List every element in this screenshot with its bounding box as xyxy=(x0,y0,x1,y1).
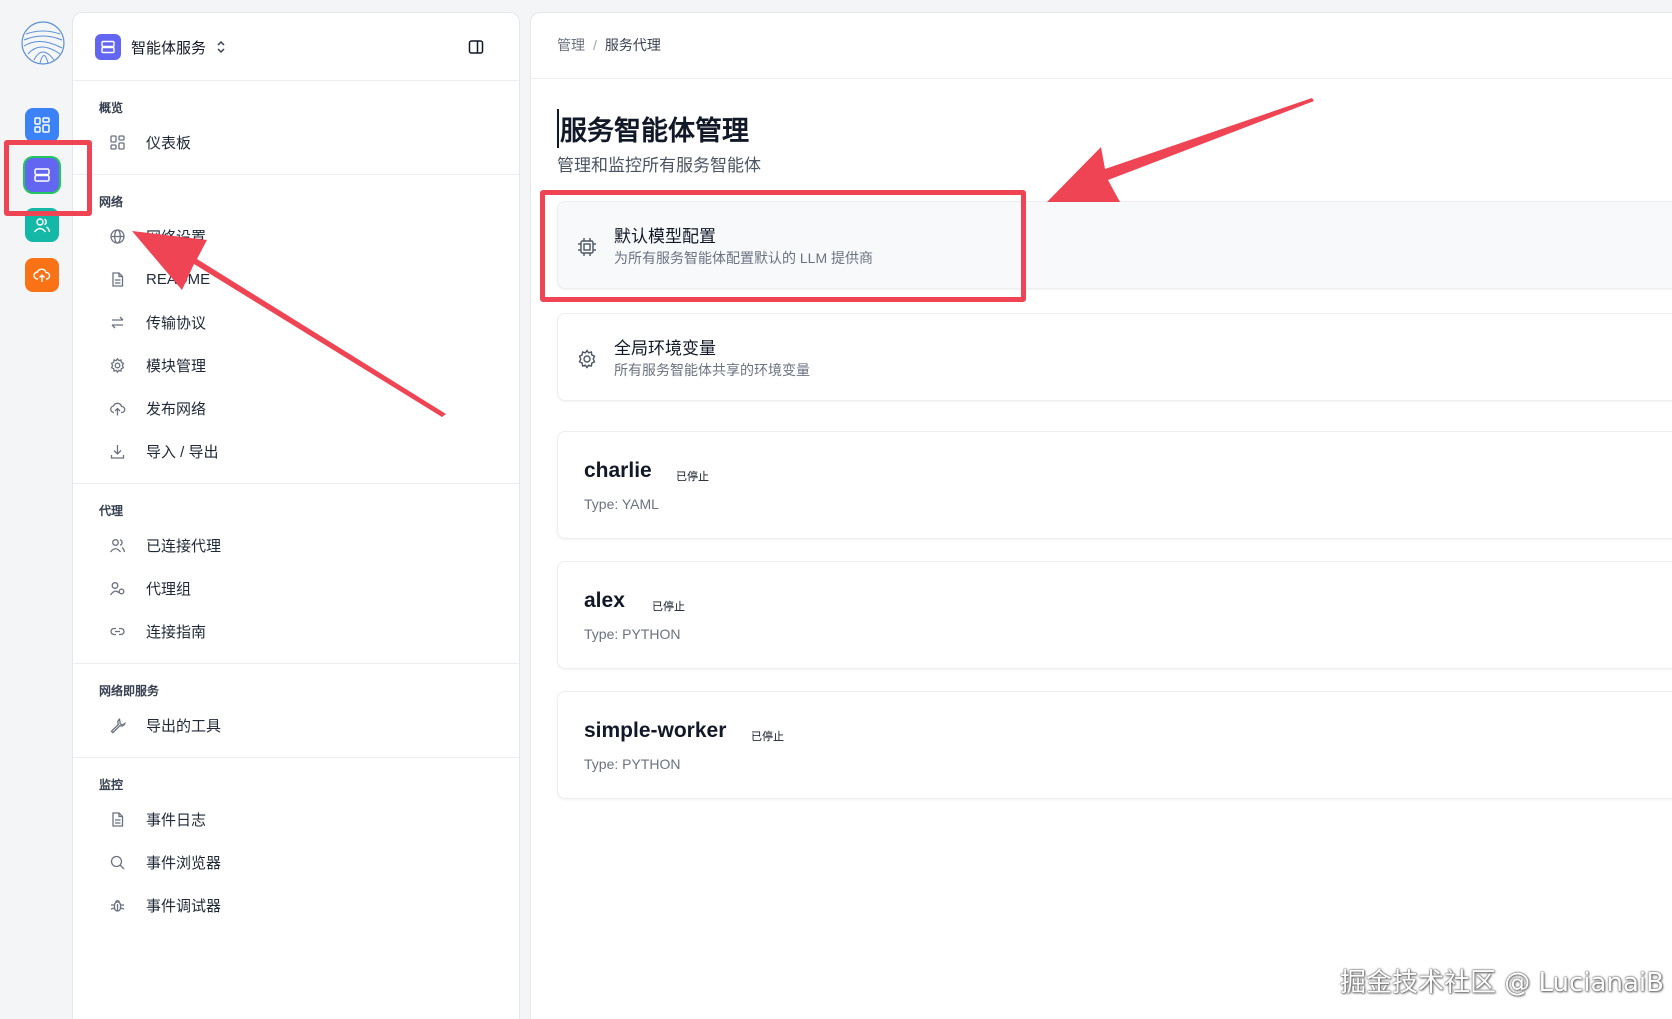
gear-icon xyxy=(578,349,596,369)
server-icon xyxy=(95,34,121,60)
sidebar-item-modules[interactable]: 模块管理 xyxy=(73,344,519,387)
sidebar-item-dashboard[interactable]: 仪表板 xyxy=(73,121,519,164)
sidebar-item-publish[interactable]: 发布网络 xyxy=(73,387,519,430)
breadcrumb: 管理 / 服务代理 xyxy=(557,35,661,55)
section-overview: 概览 仪表板 xyxy=(73,81,519,175)
agent-card-charlie[interactable]: charlie 已停止 Type: YAML xyxy=(557,431,1672,539)
sidebar-item-label: 事件日志 xyxy=(146,812,207,829)
sidebar-item-label: 仪表板 xyxy=(146,135,192,152)
gear-icon xyxy=(110,357,125,374)
section-agents: 代理 已连接代理 代理组 连接指南 xyxy=(73,484,519,664)
sidebar-item-label: 网络设置 xyxy=(146,229,207,246)
status-badge: 已停止 xyxy=(676,471,709,483)
sidebar-item-label: 连接指南 xyxy=(146,624,207,641)
arrows-icon xyxy=(111,316,124,329)
document-icon xyxy=(112,272,124,287)
annotation-box-config-card xyxy=(540,190,1026,302)
page-title: 服务智能体管理 xyxy=(557,109,749,148)
chevron-updown-icon xyxy=(217,40,225,54)
breadcrumb-separator: / xyxy=(593,37,597,53)
agent-type: Type: PYTHON xyxy=(584,756,681,772)
sidebar-item-label: README xyxy=(146,271,211,288)
sidebar-item-label: 事件浏览器 xyxy=(146,855,222,872)
sidebar-item-readme[interactable]: README xyxy=(73,258,519,301)
sidebar-item-label: 导出的工具 xyxy=(146,718,222,735)
agent-name: charlie xyxy=(584,459,652,482)
sidebar-item-label: 导入 / 导出 xyxy=(146,444,219,461)
bug-icon xyxy=(110,899,125,912)
section-title: 监控 xyxy=(99,778,124,792)
sidebar-item-event-debugger[interactable]: 事件调试器 xyxy=(73,884,519,927)
app-switcher-label: 智能体服务 xyxy=(131,39,207,57)
sidebar-item-event-browser[interactable]: 事件浏览器 xyxy=(73,841,519,884)
sidebar-item-event-log[interactable]: 事件日志 xyxy=(73,798,519,841)
sidebar-item-label: 代理组 xyxy=(146,581,192,598)
sidebar-item-label: 事件调试器 xyxy=(146,898,222,915)
sidebar-item-agent-groups[interactable]: 代理组 xyxy=(73,567,519,610)
search-icon xyxy=(110,855,125,870)
sidebar-item-label: 发布网络 xyxy=(146,401,207,418)
breadcrumb-root[interactable]: 管理 xyxy=(557,35,585,55)
agent-name: alex xyxy=(584,589,625,612)
agent-type: Type: PYTHON xyxy=(584,626,681,642)
annotation-box-rail xyxy=(4,140,92,216)
globe-icon xyxy=(110,229,125,244)
card-description: 所有服务智能体共享的环境变量 xyxy=(614,362,810,378)
sidebar-toggle-icon[interactable] xyxy=(467,38,485,56)
agent-card-alex[interactable]: alex 已停止 Type: PYTHON xyxy=(557,561,1672,669)
page-subtitle: 管理和监控所有服务智能体 xyxy=(557,156,761,175)
section-monitoring: 监控 事件日志 事件浏览器 事件调试器 xyxy=(73,758,519,937)
rail-publish-button[interactable] xyxy=(25,258,59,292)
user-group-icon xyxy=(109,582,125,596)
header-divider xyxy=(531,78,1672,79)
app-switcher[interactable]: 智能体服务 xyxy=(95,34,228,60)
users-icon xyxy=(33,218,51,233)
sidebar-item-import-export[interactable]: 导入 / 导出 xyxy=(73,430,519,473)
sidebar-item-label: 传输协议 xyxy=(146,315,207,332)
status-badge: 已停止 xyxy=(751,731,784,743)
sidebar-item-connect-guide[interactable]: 连接指南 xyxy=(73,610,519,653)
sidebar-item-label: 已连接代理 xyxy=(146,538,222,555)
rail-dashboard-button[interactable] xyxy=(25,108,59,142)
sidebar-item-label: 模块管理 xyxy=(146,358,207,375)
cloud-upload-icon xyxy=(110,402,126,416)
sidebar-item-exported-tools[interactable]: 导出的工具 xyxy=(73,704,519,747)
grid-icon xyxy=(34,117,50,133)
users-icon xyxy=(109,539,126,553)
sidebar: 智能体服务 概览 仪表板 网络 网络设置 README 传输协议 模块管理 发布… xyxy=(72,12,520,1019)
cloud-upload-icon xyxy=(33,268,51,282)
agent-card-simple-worker[interactable]: simple-worker 已停止 Type: PYTHON xyxy=(557,691,1672,799)
link-icon xyxy=(110,627,125,636)
sidebar-item-network-settings[interactable]: 网络设置 xyxy=(73,215,519,258)
sidebar-item-transport[interactable]: 传输协议 xyxy=(73,301,519,344)
status-badge: 已停止 xyxy=(652,601,685,613)
card-title: 全局环境变量 xyxy=(614,339,716,358)
main-panel: 管理 / 服务代理 服务智能体管理 管理和监控所有服务智能体 默认模型配置 为所… xyxy=(530,12,1672,1019)
wrench-icon xyxy=(110,718,126,734)
agent-type: Type: YAML xyxy=(584,496,659,512)
section-network-as-service: 网络即服务 导出的工具 xyxy=(73,664,519,758)
section-title: 代理 xyxy=(99,504,124,518)
agent-name: simple-worker xyxy=(584,719,727,742)
section-network: 网络 网络设置 README 传输协议 模块管理 发布网络 导入 / 导出 xyxy=(73,175,519,484)
section-title: 网络即服务 xyxy=(99,684,160,698)
app-logo[interactable] xyxy=(20,20,66,66)
section-title: 概览 xyxy=(99,101,124,115)
global-env-vars-card[interactable]: 全局环境变量 所有服务智能体共享的环境变量 xyxy=(557,313,1672,401)
sidebar-item-connected-agents[interactable]: 已连接代理 xyxy=(73,524,519,567)
breadcrumb-current: 服务代理 xyxy=(604,37,661,53)
sidebar-header: 智能体服务 xyxy=(73,13,519,81)
grid-icon xyxy=(110,135,125,150)
section-title: 网络 xyxy=(99,195,124,209)
download-icon xyxy=(110,445,125,459)
watermark: 掘金技术社区 @ LucianaiB xyxy=(1340,968,1664,998)
document-icon xyxy=(112,812,124,827)
